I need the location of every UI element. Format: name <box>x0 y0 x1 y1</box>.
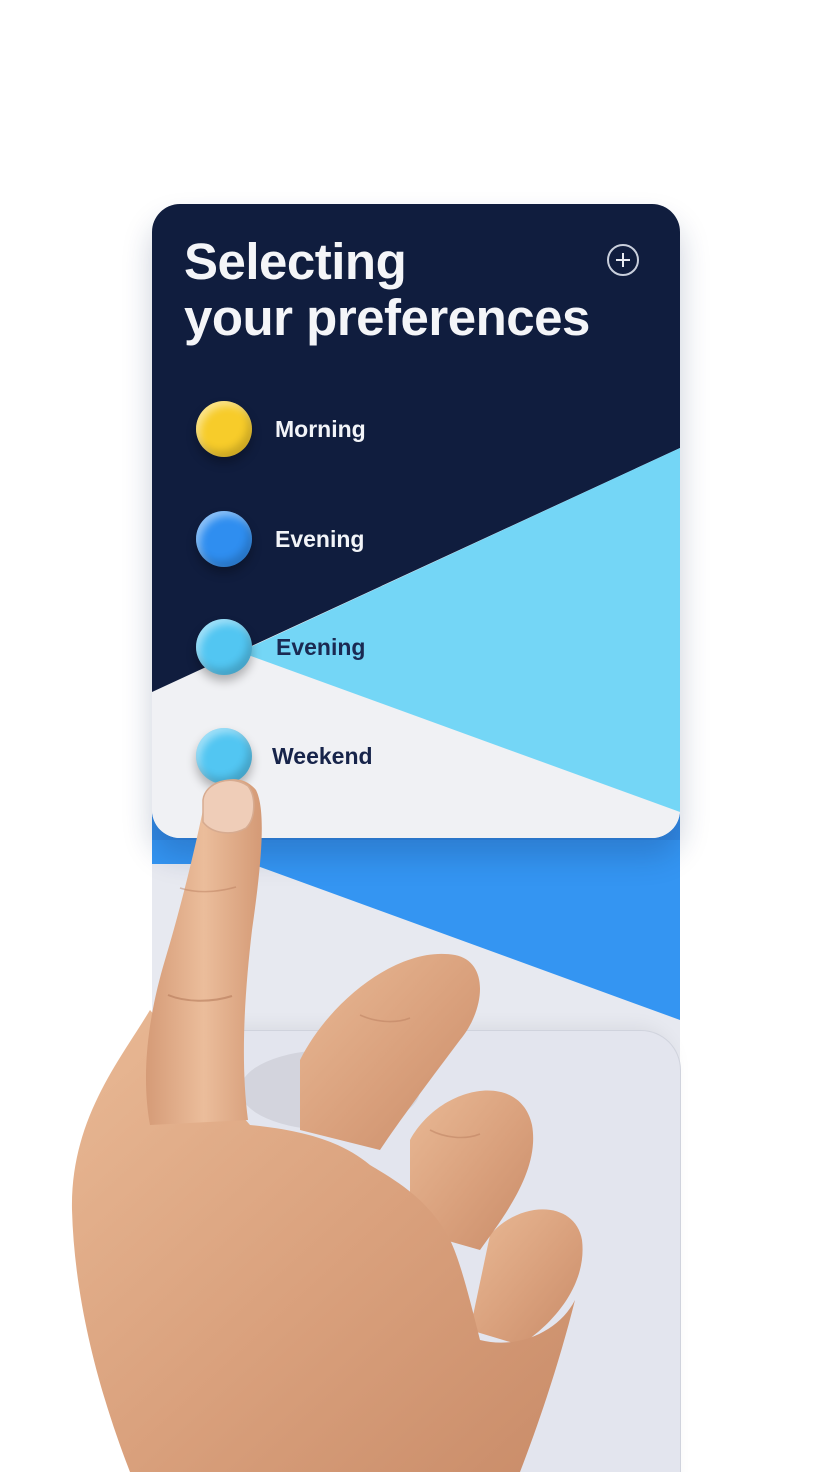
radio-dot[interactable] <box>196 728 252 784</box>
option-evening-2[interactable]: Evening <box>196 619 556 679</box>
preferences-card: Selecting your preferences Morning Eveni… <box>152 204 680 838</box>
option-evening[interactable]: Evening <box>196 511 556 571</box>
title-line-1: Selecting <box>184 233 407 290</box>
radio-dot[interactable] <box>196 401 252 457</box>
radio-dot[interactable] <box>196 511 252 567</box>
title-line-2: your preferences <box>184 289 590 346</box>
option-morning[interactable]: Morning <box>196 401 556 461</box>
option-label: Evening <box>275 526 365 552</box>
page-title: Selecting your preferences <box>184 234 624 346</box>
option-label: Evening <box>276 634 366 660</box>
plus-circle-icon[interactable] <box>607 244 639 276</box>
screen: Selecting your preferences Morning Eveni… <box>0 0 832 1472</box>
option-weekend[interactable]: Weekend <box>196 728 556 788</box>
option-label: Weekend <box>272 743 373 769</box>
radio-dot[interactable] <box>196 619 252 675</box>
secondary-card[interactable] <box>232 1030 681 1472</box>
option-label: Morning <box>275 416 366 442</box>
